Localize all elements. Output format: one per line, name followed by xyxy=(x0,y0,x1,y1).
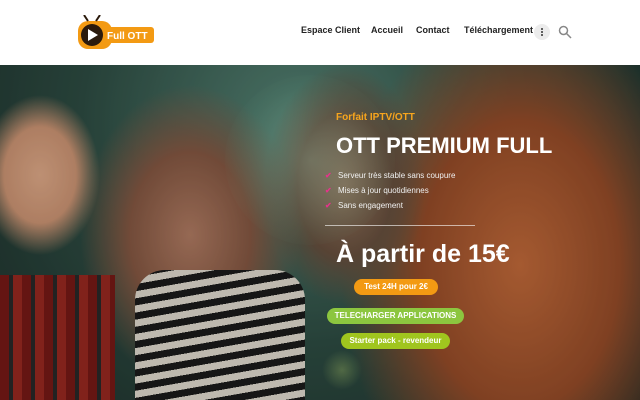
nav-contact[interactable]: Contact xyxy=(416,25,450,41)
hero-banner: Forfait IPTV/OTT OTT PREMIUM FULL ✔ Serve… xyxy=(0,65,640,400)
nav-espace-client[interactable]: Espace Client xyxy=(301,25,360,41)
hero-eyebrow: Forfait IPTV/OTT xyxy=(336,112,415,123)
test-24h-button[interactable]: Test 24H pour 2€ xyxy=(354,279,438,295)
feature-item: ✔ Mises à jour quotidiennes xyxy=(325,186,429,195)
download-apps-button[interactable]: TELECHARGER APPLICATIONS xyxy=(327,308,464,324)
price-heading: À partir de 15€ xyxy=(336,240,510,268)
feature-text: Sans engagement xyxy=(338,201,403,210)
feature-item: ✔ Serveur très stable sans coupure xyxy=(325,171,455,180)
check-icon: ✔ xyxy=(325,171,332,180)
more-vertical-icon[interactable] xyxy=(534,24,550,40)
check-icon: ✔ xyxy=(325,201,332,210)
nav-accueil[interactable]: Accueil xyxy=(371,25,403,41)
site-header: Full OTT Espace Client Accueil Contact T… xyxy=(0,0,640,65)
divider xyxy=(325,225,475,226)
hero-title: OTT PREMIUM FULL xyxy=(336,133,553,158)
check-icon: ✔ xyxy=(325,186,332,195)
feature-text: Serveur très stable sans coupure xyxy=(338,171,456,180)
feature-text: Mises à jour quotidiennes xyxy=(338,186,429,195)
site-logo[interactable]: Full OTT xyxy=(78,15,156,53)
search-icon[interactable] xyxy=(558,25,572,39)
hero-content: Forfait IPTV/OTT OTT PREMIUM FULL ✔ Serve… xyxy=(0,65,640,400)
feature-item: ✔ Sans engagement xyxy=(325,201,403,210)
starter-pack-button[interactable]: Starter pack - revendeur xyxy=(341,333,450,349)
logo-text: Full OTT xyxy=(107,31,148,42)
nav-telechargement[interactable]: Téléchargement xyxy=(464,25,533,41)
